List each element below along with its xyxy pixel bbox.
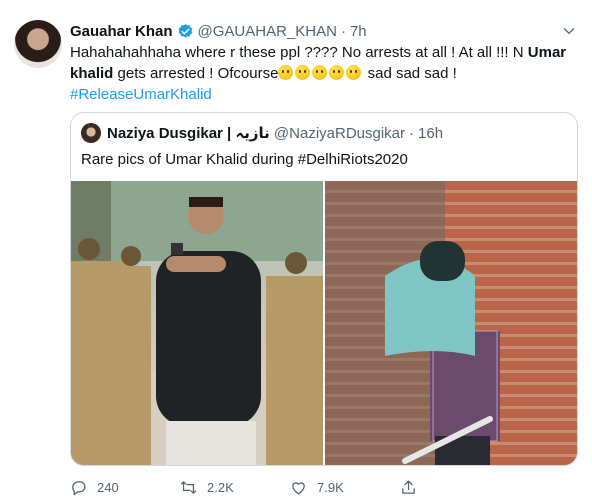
quoted-separator-dot: · xyxy=(409,124,415,142)
reply-button[interactable]: 240 xyxy=(70,478,180,496)
tweet-text-part1: Hahahahahhaha where r these ppl ???? No … xyxy=(70,44,528,61)
like-button[interactable]: 7.9K xyxy=(290,478,400,496)
separator-dot: · xyxy=(340,22,346,40)
quoted-tweet-text: Rare pics of Umar Khalid during #DelhiRi… xyxy=(81,151,408,168)
photo-left[interactable] xyxy=(71,181,323,465)
photo-right[interactable] xyxy=(325,181,577,465)
worried-face-emoji-icon xyxy=(346,65,362,80)
worried-face-emoji-icon xyxy=(278,65,294,80)
quoted-handle[interactable]: @NaziyaRDusgikar xyxy=(274,125,405,142)
photo-grid xyxy=(71,181,577,465)
caret-down-icon[interactable] xyxy=(562,24,576,38)
like-count: 7.9K xyxy=(317,479,344,495)
hashtag-link[interactable]: #ReleaseUmarKhalid xyxy=(70,86,212,103)
retweet-count: 2.2K xyxy=(207,479,234,495)
quoted-avatar[interactable] xyxy=(81,123,101,143)
tweet[interactable]: Gauahar Khan @GAUAHAR_KHAN · 7h Hahahaha… xyxy=(0,0,592,497)
tweet-text-part2: gets arrested ! Ofcourse xyxy=(113,65,279,82)
retweet-icon xyxy=(180,480,197,494)
avatar[interactable] xyxy=(14,20,62,68)
handle[interactable]: @GAUAHAR_KHAN xyxy=(198,23,337,40)
quoted-tweet-header: Naziya Dusgikar | نازیہ @NaziyaRDusgikar… xyxy=(81,123,443,143)
quoted-display-name[interactable]: Naziya Dusgikar | نازیہ xyxy=(107,124,270,142)
photo-left-illustration xyxy=(71,181,323,465)
timestamp[interactable]: 7h xyxy=(350,23,367,40)
worried-face-emoji-icon xyxy=(295,65,311,80)
quoted-tweet[interactable]: Naziya Dusgikar | نازیہ @NaziyaRDusgikar… xyxy=(70,112,578,466)
share-button[interactable] xyxy=(400,478,510,496)
tweet-text-part3: sad sad sad ! xyxy=(363,65,457,82)
share-icon xyxy=(402,479,415,494)
worried-face-emoji-icon xyxy=(312,65,328,80)
display-name[interactable]: Gauahar Khan xyxy=(70,23,173,40)
like-icon xyxy=(292,481,305,495)
photo-right-illustration xyxy=(325,181,500,465)
quoted-timestamp[interactable]: 16h xyxy=(418,125,443,142)
reply-icon xyxy=(72,480,86,495)
tweet-header: Gauahar Khan @GAUAHAR_KHAN · 7h xyxy=(70,20,572,42)
worried-face-emoji-icon xyxy=(329,65,345,80)
tweet-text: Hahahahahhaha where r these ppl ???? No … xyxy=(70,42,575,105)
verified-badge-icon xyxy=(178,23,192,38)
tweet-actions: 240 2.2K 7.9K xyxy=(70,478,510,496)
retweet-button[interactable]: 2.2K xyxy=(180,478,290,496)
reply-count: 240 xyxy=(97,479,119,495)
